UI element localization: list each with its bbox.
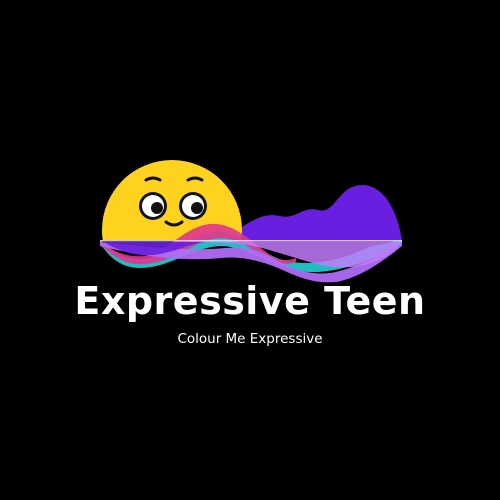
purple-wave-shape — [225, 185, 402, 242]
brand-name: Expressive Teen — [74, 279, 426, 323]
tagline: Colour Me Expressive — [177, 331, 323, 347]
logo-canvas: Expressive Teen Colour Me Expressive — [0, 0, 500, 500]
logo-mark — [100, 160, 402, 283]
